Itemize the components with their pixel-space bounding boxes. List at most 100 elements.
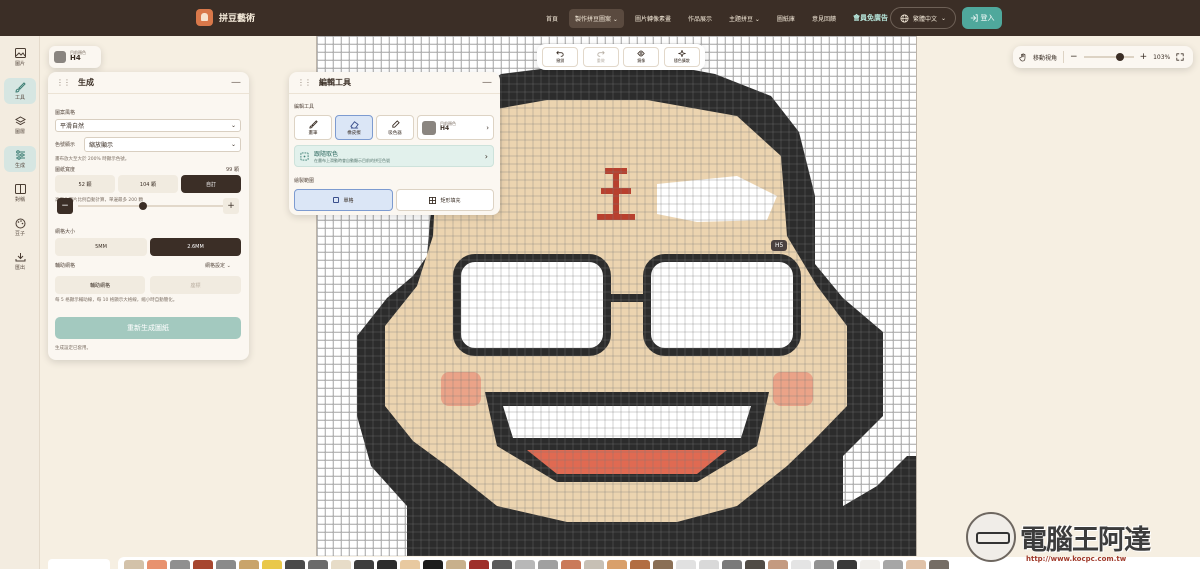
palette-swatch[interactable] [147,560,167,569]
palette-swatch[interactable] [285,560,305,569]
palette-swatch[interactable] [630,560,650,569]
palette-swatch[interactable] [561,560,581,569]
tool-brush[interactable]: 畫筆 [294,115,332,140]
palette-search-input[interactable] [48,559,110,569]
palette-swatch[interactable] [653,560,673,569]
palette-swatch[interactable] [377,560,397,569]
palette-swatch[interactable] [883,560,903,569]
nav-member-promo[interactable]: 會員免廣告 [847,8,894,28]
palette-swatch[interactable] [170,560,190,569]
palette-swatch[interactable] [768,560,788,569]
palette-swatch[interactable] [515,560,535,569]
palette-swatch[interactable] [400,560,420,569]
bead-size-5mm[interactable]: 5MM [55,238,147,256]
palette-swatch[interactable] [538,560,558,569]
move-view-label[interactable]: 移動視角 [1033,53,1057,62]
palette-swatch[interactable] [308,560,328,569]
mode-rect-fill[interactable]: 矩形填充 [396,189,494,211]
palette-swatch[interactable] [331,560,351,569]
palette-swatch[interactable] [216,560,236,569]
rail-item-symmetry[interactable]: 對稱 [4,180,36,206]
zoom-slider[interactable] [1083,53,1134,61]
palette-swatch[interactable] [423,560,443,569]
palette-swatch[interactable] [745,560,765,569]
rail-item-layers[interactable]: 圖層 [4,112,36,138]
width-option-custom[interactable]: 自訂 [181,175,241,193]
palette-swatch[interactable] [699,560,719,569]
coordinates-option[interactable]: 座標 [150,276,241,294]
rail-item-beads[interactable]: 豆子 [4,214,36,240]
width-decrease-button[interactable]: − [57,198,73,214]
palette-swatch[interactable] [860,560,880,569]
zoom-slider-thumb[interactable] [1115,53,1124,61]
palette-swatch[interactable] [492,560,512,569]
nav-image-to-pixel[interactable]: 圖片轉像素畫 [629,9,677,28]
drag-handle-icon[interactable]: ⋮⋮ [297,78,312,87]
palette-swatch[interactable] [262,560,282,569]
style-select[interactable]: 平滑自然 ⌄ [55,119,241,132]
width-option-104[interactable]: 104 顆 [118,175,178,193]
minimize-icon[interactable]: — [231,77,241,88]
palette-swatch[interactable] [722,560,742,569]
bead-size-2-6mm[interactable]: 2.6MM [150,238,241,256]
expand-icon[interactable] [1176,53,1184,61]
zoom-in-button[interactable]: + [1140,52,1148,62]
nav-pattern-library[interactable]: 圖紙庫 [771,9,801,28]
tool-eyedropper[interactable]: 吸色器 [376,115,414,140]
palette-swatch[interactable] [791,560,811,569]
palette-swatch[interactable] [239,560,259,569]
current-color-swatch [54,51,66,63]
palette-swatch[interactable] [446,560,466,569]
hand-icon[interactable] [1019,53,1027,62]
grid-settings-toggle[interactable]: 網格設定 ⌄ [205,262,231,269]
width-slider-thumb[interactable] [139,202,147,210]
palette-swatch[interactable] [193,560,213,569]
tool-eraser[interactable]: 橡皮擦 [335,115,373,140]
undo-button[interactable]: 撤銷 [542,47,579,67]
rail-item-generate[interactable]: 生成 [4,146,36,172]
spread-color-button[interactable]: 隨色擴散 [663,47,700,67]
palette-swatch[interactable] [354,560,374,569]
tool-label: 畫筆 [308,130,318,136]
aux-grid-option[interactable]: 輔助網格 [55,276,145,294]
palette-swatch[interactable] [584,560,604,569]
palette-swatch[interactable] [814,560,834,569]
minimize-icon[interactable]: — [482,77,492,88]
nav-gallery[interactable]: 作品展示 [682,9,718,28]
palette-swatch[interactable] [607,560,627,569]
width-slider-track[interactable] [78,205,228,207]
rail-item-tools[interactable]: 工具 [4,78,36,104]
login-button[interactable]: 登入 [962,7,1002,29]
zoom-out-button[interactable]: − [1070,52,1078,62]
rail-label: 生成 [14,162,25,169]
palette-swatch[interactable] [906,560,926,569]
palette-swatch[interactable] [929,560,949,569]
follow-color-banner[interactable]: 跟隨取色 在畫布上滑動時會自動顯示目前的拼豆色號 › [294,145,494,167]
nav-themes[interactable]: 主題拼豆 ⌄ [723,9,766,28]
width-option-52[interactable]: 52 顆 [55,175,115,193]
symmetry-icon [14,184,26,195]
rail-item-export[interactable]: 匯出 [4,248,36,274]
palette-swatch[interactable] [837,560,857,569]
chevron-down-icon: ⌄ [230,141,236,148]
language-button[interactable]: 繁體中文 ⌄ [890,7,956,29]
palette-swatch[interactable] [469,560,489,569]
edit-current-color[interactable]: 目前顏色 H4 › [417,115,494,140]
mode-single-cell[interactable]: 單格 [294,189,393,211]
mirror-button[interactable]: 鏡像 [623,47,660,67]
rail-item-image[interactable]: 圖片 [4,44,36,70]
nav-home[interactable]: 首頁 [540,9,564,28]
redo-button[interactable]: 重做 [582,47,619,67]
palette-swatch[interactable] [676,560,696,569]
nav-feedback[interactable]: 意見回饋 [806,9,842,28]
drag-handle-icon[interactable]: ⋮⋮ [56,78,71,87]
nav-make-pattern[interactable]: 製作拼豆圖案 ⌄ [569,8,624,28]
brand[interactable]: 拼豆藝術 [196,9,255,26]
login-label: 登入 [980,14,995,22]
width-increase-button[interactable]: + [223,198,239,214]
color-mode-select[interactable]: 縮放顯示 ⌄ [84,137,241,152]
palette-swatch[interactable] [124,560,144,569]
regenerate-button[interactable]: 重新生成圖紙 [55,317,241,339]
current-color-chip[interactable]: 目前顏色 H4 [49,46,101,68]
color-mode-value: 縮放顯示 [89,142,114,149]
